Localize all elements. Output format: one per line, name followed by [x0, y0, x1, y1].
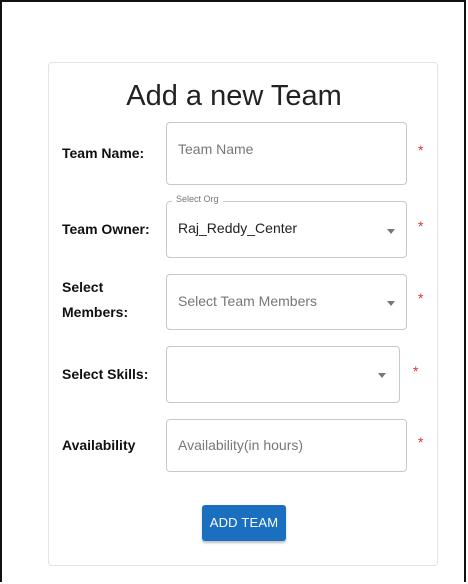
availability-input[interactable]: Availability(in hours)	[166, 419, 407, 472]
team-members-placeholder: Select Team Members	[178, 293, 318, 309]
team-name-label: Team Name:	[62, 145, 145, 161]
team-owner-value: Raj_Reddy_Center	[178, 220, 298, 236]
availability-required-mark: *	[418, 434, 424, 450]
chevron-down-icon	[387, 229, 395, 234]
skills-select[interactable]	[166, 346, 400, 403]
team-owner-label: Team Owner:	[62, 221, 150, 237]
members-required-mark: *	[418, 290, 424, 306]
team-name-placeholder: Team Name	[178, 141, 254, 157]
select-org-floating-label: Select Org	[172, 194, 223, 204]
form-title: Add a new Team	[126, 80, 342, 112]
skills-label: Select Skills:	[62, 366, 149, 382]
skills-required-mark: *	[413, 363, 419, 379]
availability-label: Availability	[62, 437, 136, 453]
availability-placeholder: Availability(in hours)	[178, 437, 304, 453]
team-owner-select[interactable]: Raj_Reddy_Center	[166, 201, 407, 258]
team-name-required-mark: *	[418, 142, 424, 158]
members-label-line1: Select	[62, 279, 104, 295]
team-members-select[interactable]: Select Team Members	[166, 274, 407, 330]
team-name-input[interactable]: Team Name	[166, 122, 407, 185]
team-owner-required-mark: *	[418, 218, 424, 234]
chevron-down-icon	[378, 373, 386, 378]
members-label-line2: Members:	[62, 304, 129, 320]
add-team-button[interactable]: ADD TEAM	[202, 505, 286, 541]
chevron-down-icon	[387, 301, 395, 306]
